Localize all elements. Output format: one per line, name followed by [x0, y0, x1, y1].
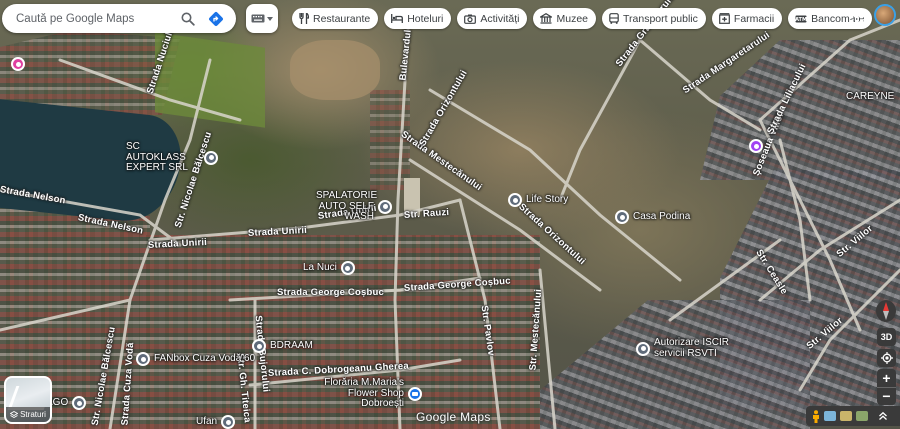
- pin-icon: [636, 341, 650, 356]
- chip-muzee[interactable]: Muzee: [533, 8, 596, 29]
- search-icon[interactable]: [178, 8, 198, 30]
- bed-icon: [391, 14, 404, 23]
- pin-icon: [221, 415, 236, 429]
- chevron-up-icon[interactable]: [878, 411, 888, 421]
- satellite-map[interactable]: Strada Nuciului Str. Nicolae Bălcescu St…: [0, 0, 900, 429]
- pin-icon: [378, 199, 392, 214]
- road-label-george-cosbuc-1: Strada George Coșbuc: [277, 287, 384, 298]
- layers-icon: [10, 410, 19, 418]
- explore-strip: [806, 406, 900, 426]
- layers-button[interactable]: Straturi: [4, 376, 52, 424]
- chip-label: Transport public: [623, 12, 698, 25]
- pharmacy-icon: [719, 13, 730, 24]
- chip-label: Restaurante: [313, 12, 371, 25]
- chip-activitati[interactable]: Activități: [457, 8, 528, 29]
- chip-label: Muzee: [556, 12, 588, 25]
- pin-icon: [72, 396, 87, 410]
- place-florarie[interactable]: Florăria M.Maria's Flower Shop Dobroești: [314, 377, 422, 410]
- pin-icon: [204, 150, 218, 165]
- pin-icon: [136, 352, 150, 366]
- chip-transport-public[interactable]: Transport public: [602, 8, 706, 29]
- place-label-la-nuci: La Nuci: [303, 261, 337, 273]
- place-ago[interactable]: AGO: [46, 396, 87, 410]
- pegman-icon[interactable]: [812, 409, 820, 423]
- caret-down-icon: [267, 16, 273, 21]
- place-careyne[interactable]: CAREYNE: [846, 91, 895, 103]
- bus-icon: [609, 13, 619, 24]
- place-fanbox[interactable]: FANbox Cuza Vodă 60: [136, 352, 255, 366]
- category-chips: Restaurante Hoteluri Activități Muzee Tr…: [292, 8, 873, 29]
- place-bdraam[interactable]: BDRAAM: [252, 339, 313, 353]
- compass-button[interactable]: [876, 300, 896, 322]
- place-casa-podina[interactable]: Casa Podina: [615, 210, 690, 224]
- zoom-controls: + −: [877, 369, 896, 405]
- place-label-fanbox: FANbox Cuza Vodă 60: [154, 352, 256, 364]
- shop-marker-icon: [749, 139, 763, 153]
- directions-icon[interactable]: [206, 8, 226, 30]
- my-location-button[interactable]: [877, 349, 896, 367]
- input-tools-button[interactable]: [246, 4, 278, 33]
- place-autorizare[interactable]: Autorizare ISCIR servicii RSVTI: [636, 337, 732, 359]
- museum-icon: [540, 13, 553, 24]
- place-life-story[interactable]: Life Story: [508, 193, 568, 207]
- road-network: [0, 18, 900, 429]
- chip-hoteluri[interactable]: Hoteluri: [384, 8, 452, 29]
- chip-label: Farmacii: [733, 12, 775, 25]
- chip-farmacii[interactable]: Farmacii: [711, 8, 783, 29]
- place-label-casa-podina: Casa Podina: [633, 210, 691, 222]
- chip-label: Activități: [480, 12, 520, 25]
- imagery-thumbnail-1[interactable]: [824, 411, 836, 421]
- atm-icon: ATM: [795, 15, 807, 23]
- fork-knife-icon: [299, 13, 309, 24]
- google-apps-icon[interactable]: [850, 10, 863, 23]
- place-autoklass[interactable]: SC AUTOKLASS EXPERT SRL: [126, 141, 218, 174]
- place-spalatorie[interactable]: SPALATORIE AUTO SELF WASH: [316, 190, 392, 223]
- place-label-ufan: Ufan: [196, 415, 218, 427]
- place-label-bdraam: BDRAAM: [270, 339, 313, 351]
- pin-icon: [615, 210, 629, 224]
- place-label-autorizare: Autorizare ISCIR servicii RSVTI: [654, 337, 730, 359]
- shopping-bag-icon: [408, 386, 422, 401]
- layers-label: Straturi: [20, 410, 46, 419]
- camera-icon: [464, 14, 477, 24]
- imagery-thumbnail-2[interactable]: [840, 411, 852, 421]
- zoom-in-button[interactable]: +: [877, 369, 896, 387]
- place-label-spalatorie: SPALATORIE AUTO SELF WASH: [316, 190, 378, 222]
- search-box: [2, 4, 236, 33]
- place-la-nuci[interactable]: La Nuci: [303, 261, 355, 275]
- pin-icon: [340, 261, 355, 275]
- pin-icon: [508, 193, 522, 207]
- place-label-life-story: Life Story: [526, 193, 569, 205]
- imagery-thumbnail-3[interactable]: [856, 411, 868, 421]
- shop-marker-icon: [11, 57, 25, 71]
- svg-text:ATM: ATM: [795, 17, 807, 23]
- place-label-florarie: Florăria M.Maria's Flower Shop Dobroești: [324, 377, 404, 409]
- place-ufan[interactable]: Ufan: [196, 415, 236, 429]
- keyboard-icon: [251, 14, 265, 23]
- place-label-careyne: CAREYNE: [846, 91, 895, 102]
- place-pink-marker[interactable]: [11, 57, 25, 71]
- zoom-out-button[interactable]: −: [877, 388, 896, 406]
- search-input[interactable]: [16, 12, 170, 25]
- place-purple-marker[interactable]: [749, 139, 763, 153]
- place-label-autoklass: SC AUTOKLASS EXPERT SRL: [126, 141, 188, 173]
- layers-label-bar: Straturi: [6, 407, 50, 422]
- my-location-icon: [880, 352, 893, 364]
- chip-label: Hoteluri: [407, 12, 444, 25]
- pin-icon: [252, 339, 266, 353]
- google-maps-logo: Google Maps: [416, 410, 491, 424]
- account-avatar[interactable]: [874, 4, 896, 26]
- chip-restaurante[interactable]: Restaurante: [292, 8, 379, 29]
- toggle-3d-button[interactable]: 3D: [877, 328, 896, 346]
- compass-icon: [883, 302, 889, 320]
